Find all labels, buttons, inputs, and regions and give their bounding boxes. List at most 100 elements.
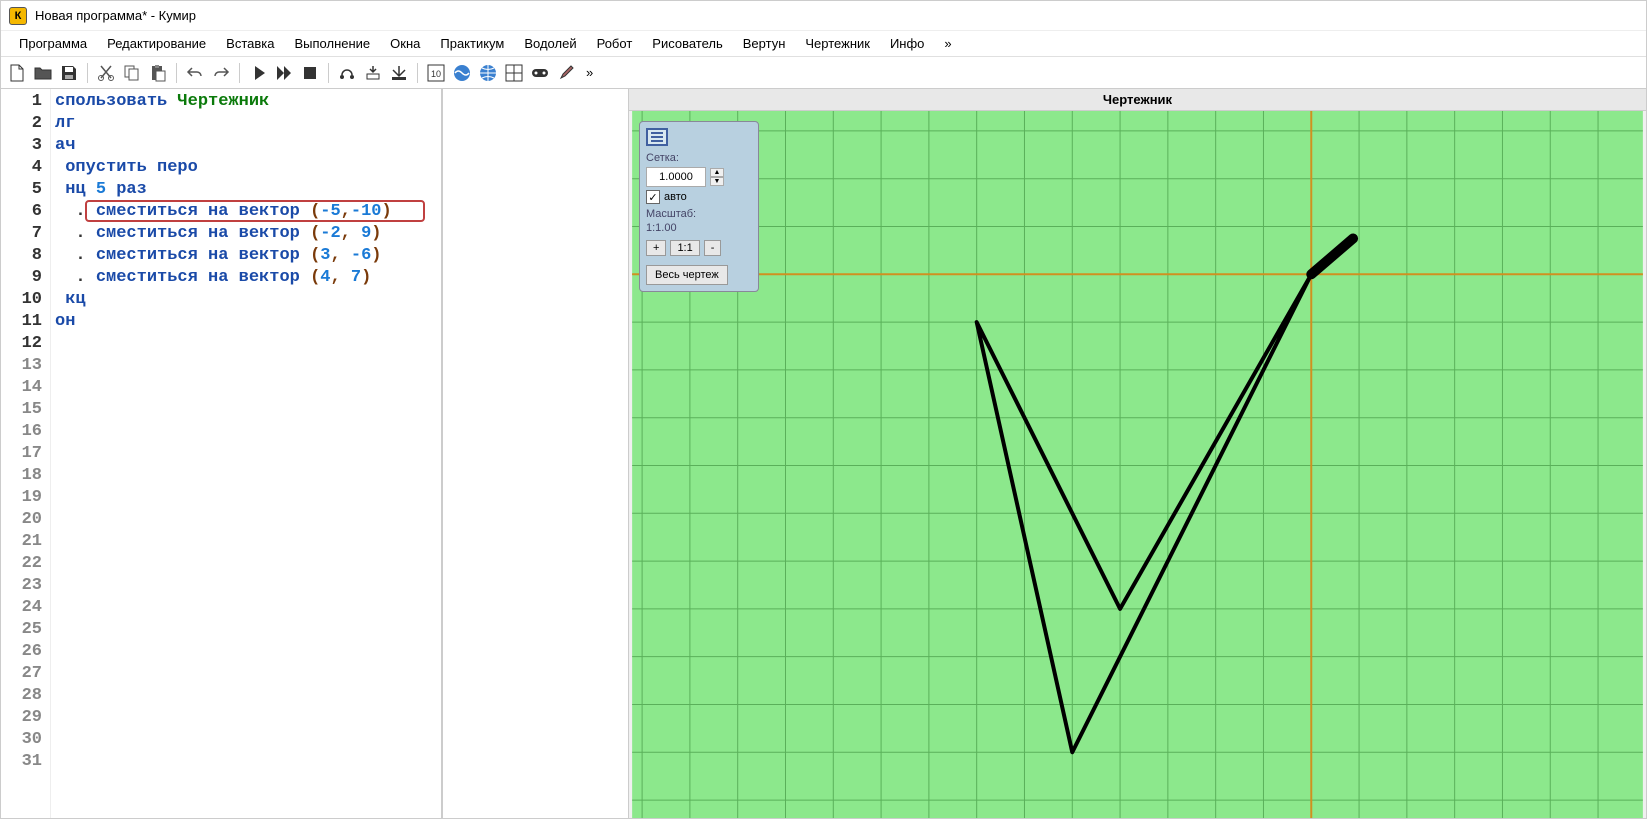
undo-icon	[186, 64, 204, 82]
separator	[417, 63, 418, 83]
separator	[239, 63, 240, 83]
code-text: (	[310, 268, 320, 287]
paste-button[interactable]	[146, 61, 170, 85]
toolbar: 10 »	[1, 57, 1646, 89]
step-out-button[interactable]	[387, 61, 411, 85]
menu-insert[interactable]: Вставка	[216, 33, 284, 54]
open-file-button[interactable]	[31, 61, 55, 85]
grid-label: Сетка:	[646, 152, 752, 164]
menubar: Программа Редактирование Вставка Выполне…	[1, 31, 1646, 57]
save-file-button[interactable]	[57, 61, 81, 85]
code-text: -2	[320, 224, 340, 243]
zoom-out-button[interactable]: -	[704, 240, 722, 256]
tool-grid-button[interactable]: 10	[424, 61, 448, 85]
code-text: (	[310, 246, 320, 265]
menu-chertezhnik[interactable]: Чертежник	[795, 33, 880, 54]
step-into-button[interactable]	[361, 61, 385, 85]
code-text: раз	[106, 180, 147, 199]
code-text: 4	[320, 268, 330, 287]
separator	[328, 63, 329, 83]
tool-wave-button[interactable]	[450, 61, 474, 85]
menu-vodoley[interactable]: Водолей	[514, 33, 586, 54]
step-over-button[interactable]	[335, 61, 359, 85]
tool-brush-button[interactable]	[554, 61, 578, 85]
new-file-button[interactable]	[5, 61, 29, 85]
panel-menu-button[interactable]	[646, 128, 668, 146]
play-icon	[249, 64, 267, 82]
paste-icon	[149, 64, 167, 82]
tool-game-button[interactable]	[528, 61, 552, 85]
save-icon	[60, 64, 78, 82]
code-text: спользовать	[55, 92, 177, 111]
menu-info[interactable]: Инфо	[880, 33, 934, 54]
menu-program[interactable]: Программа	[9, 33, 97, 54]
code-text: .	[75, 224, 95, 243]
code-text: опустить перо	[55, 158, 198, 177]
app-window: К Новая программа* - Кумир Программа Ред…	[0, 0, 1647, 819]
code-text: 9	[361, 224, 371, 243]
menu-edit[interactable]: Редактирование	[97, 33, 216, 54]
step-into-icon	[364, 64, 382, 82]
menu-draw[interactable]: Рисователь	[642, 33, 732, 54]
code-text: нц	[55, 180, 96, 199]
grid-num-icon: 10	[427, 64, 445, 82]
editor-margin	[443, 89, 628, 818]
toolbar-more[interactable]: »	[580, 65, 599, 80]
globe-icon	[479, 64, 497, 82]
code-text: .	[75, 202, 95, 221]
code-text: лг	[55, 114, 75, 133]
grid-spin-down[interactable]: ▼	[710, 177, 724, 186]
menu-windows[interactable]: Окна	[380, 33, 430, 54]
zoom-in-button[interactable]: +	[646, 240, 666, 256]
squares-icon	[505, 64, 523, 82]
window-title: Новая программа* - Кумир	[35, 8, 196, 23]
editor-pane: 1234567891011121314151617181920212223242…	[1, 89, 629, 818]
cut-button[interactable]	[94, 61, 118, 85]
undo-button[interactable]	[183, 61, 207, 85]
wave-icon	[453, 64, 471, 82]
editor[interactable]: 1234567891011121314151617181920212223242…	[1, 89, 628, 818]
code-text: ,	[341, 202, 351, 221]
menu-vertun[interactable]: Вертун	[733, 33, 796, 54]
redo-button[interactable]	[209, 61, 233, 85]
code-text: ач	[55, 136, 75, 155]
step-out-icon	[390, 64, 408, 82]
menu-robot[interactable]: Робот	[587, 33, 643, 54]
drawing-canvas	[629, 111, 1646, 818]
grid-spin-up[interactable]: ▲	[710, 168, 724, 177]
code-text: 3	[320, 246, 330, 265]
code-text: ,	[330, 246, 350, 265]
tool-globe-button[interactable]	[476, 61, 500, 85]
canvas-area[interactable]: Сетка: ▲ ▼ ✓ авто Масштаб: 1:1.00	[629, 111, 1646, 818]
zoom-reset-button[interactable]: 1:1	[670, 240, 699, 256]
code-text: .	[75, 246, 95, 265]
code-text: )	[361, 268, 371, 287]
tool-squares-button[interactable]	[502, 61, 526, 85]
separator	[176, 63, 177, 83]
redo-icon	[212, 64, 230, 82]
menu-practicum[interactable]: Практикум	[430, 33, 514, 54]
run-button[interactable]	[246, 61, 270, 85]
auto-checkbox[interactable]: ✓	[646, 190, 660, 204]
code-text: он	[55, 312, 75, 331]
menu-run[interactable]: Выполнение	[284, 33, 380, 54]
code-text: кц	[55, 290, 86, 309]
code-text: .	[75, 268, 95, 287]
fit-all-button[interactable]: Весь чертеж	[646, 265, 728, 285]
copy-icon	[123, 64, 141, 82]
copy-button[interactable]	[120, 61, 144, 85]
step-icon	[338, 64, 356, 82]
auto-label: авто	[664, 191, 687, 203]
code-text: )	[371, 224, 381, 243]
svg-text:10: 10	[431, 69, 441, 79]
app-icon: К	[9, 7, 27, 25]
code-text: сместиться на вектор	[96, 246, 310, 265]
stop-button[interactable]	[298, 61, 322, 85]
code-area[interactable]: спользовать Чертежник лг ач опустить пер…	[51, 89, 443, 818]
code-text: сместиться на вектор	[96, 224, 310, 243]
stop-icon	[301, 64, 319, 82]
menu-more[interactable]: »	[934, 33, 961, 54]
run-fast-button[interactable]	[272, 61, 296, 85]
file-icon	[8, 64, 26, 82]
grid-size-input[interactable]	[646, 167, 706, 187]
